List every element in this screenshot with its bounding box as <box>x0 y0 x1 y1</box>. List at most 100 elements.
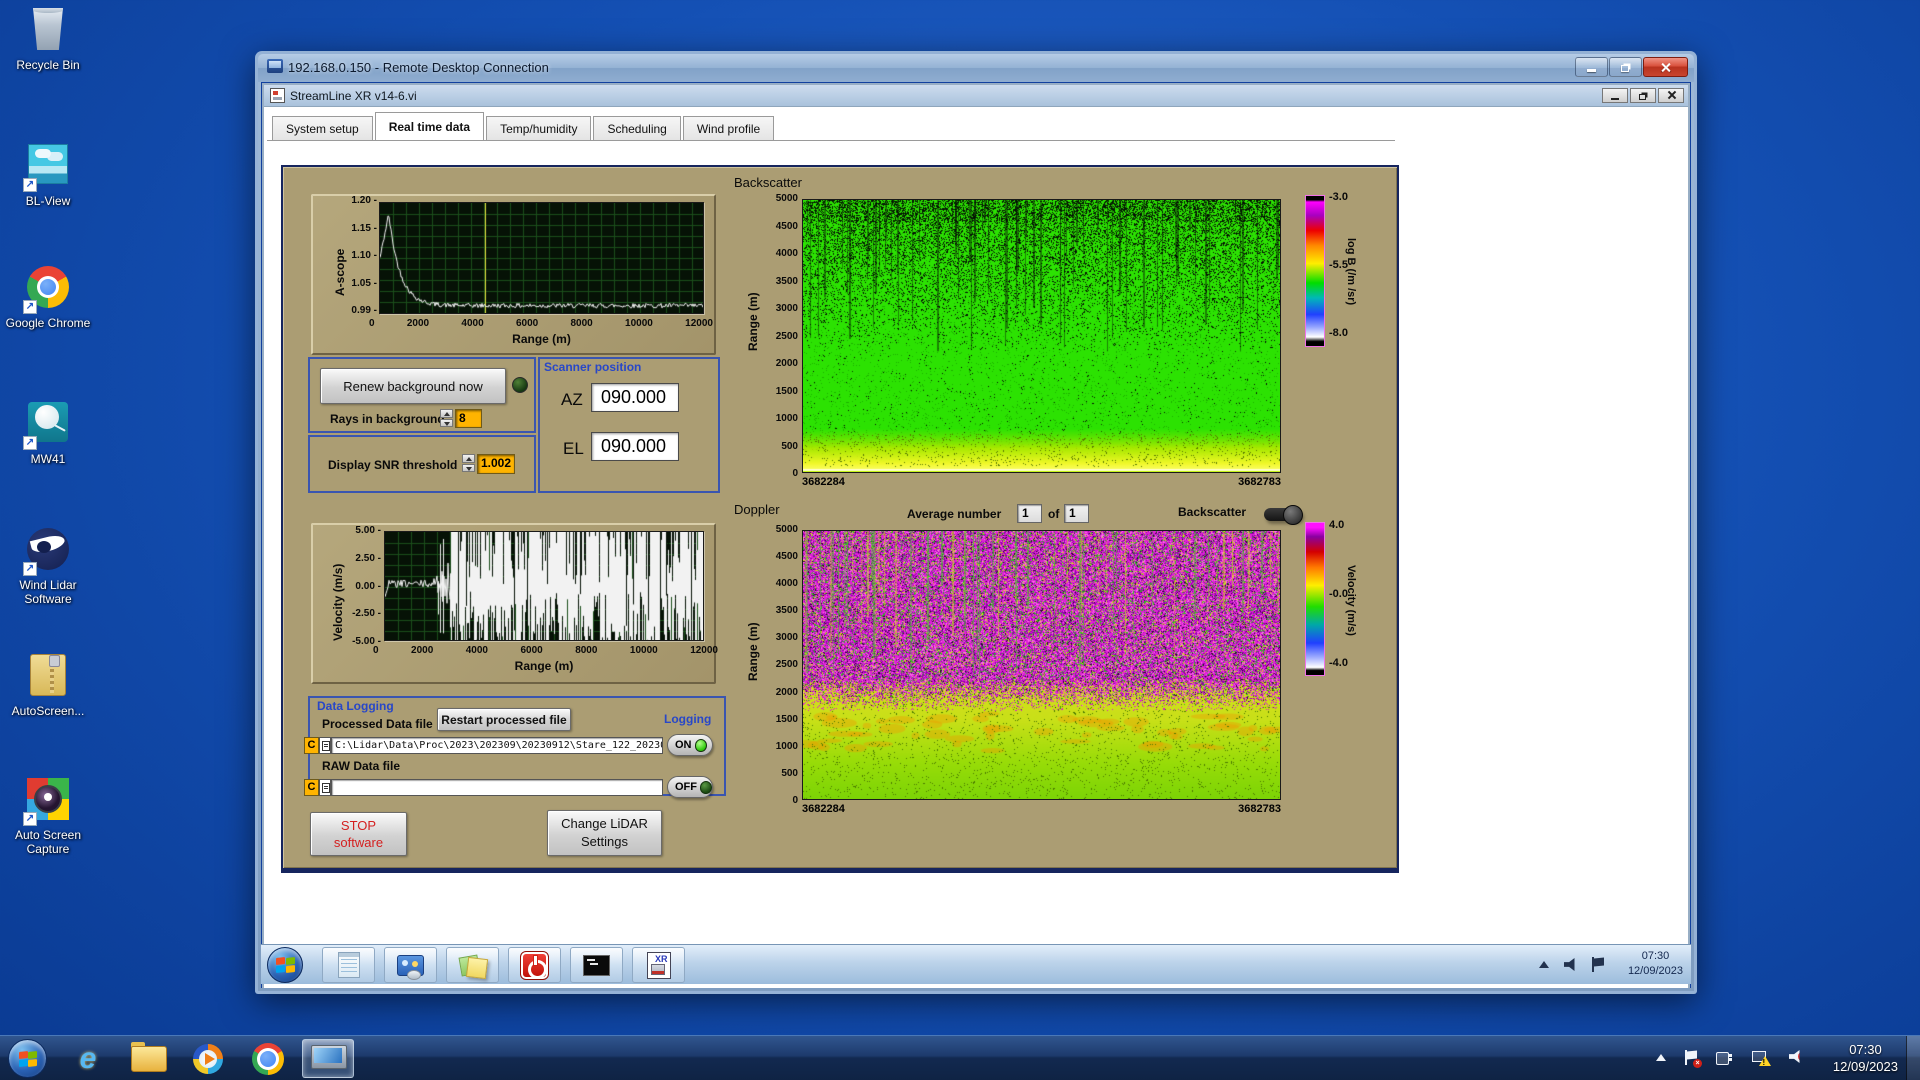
raw-browse-icon[interactable] <box>319 779 331 796</box>
desktop-icon-bl-view[interactable]: ↗ BL-View <box>2 144 94 208</box>
backscatter-x-start: 3682284 <box>802 476 845 488</box>
desktop-icon-recycle-bin[interactable]: Recycle Bin <box>2 8 94 72</box>
media-player-icon <box>193 1043 223 1074</box>
tab-scheduling[interactable]: Scheduling <box>593 116 681 140</box>
snr-threshold-label: Display SNR threshold <box>328 458 458 472</box>
renew-background-button[interactable]: Renew background now <box>320 368 506 404</box>
remote-taskbar-shutdown-button[interactable] <box>508 947 561 983</box>
desktop-icon-autoscreen[interactable]: AutoScreen... <box>2 654 94 718</box>
remote-taskbar-cmd-button[interactable] <box>570 947 623 983</box>
desktop-icon-label: AutoScreen... <box>11 704 85 718</box>
taskbar-explorer-button[interactable] <box>122 1039 174 1078</box>
rdp-minimize-button[interactable] <box>1575 57 1608 77</box>
off-led-icon <box>700 780 712 794</box>
snr-value-field[interactable]: 1.002 <box>477 454 515 474</box>
power-icon <box>520 950 549 980</box>
shortcut-arrow-icon: ↗ <box>23 812 37 826</box>
internet-explorer-icon: e <box>79 1041 97 1075</box>
auto-screen-capture-icon: ↗ <box>23 778 71 826</box>
zip-folder-icon <box>25 654 71 700</box>
remote-taskbar-sticky-notes-button[interactable] <box>446 947 499 983</box>
processed-logging-on-button[interactable]: ON <box>667 734 713 756</box>
remote-taskbar-notepad-button[interactable] <box>322 947 375 983</box>
taskbar-clock[interactable]: 07:30 12/09/2023 <box>1833 1041 1898 1075</box>
tray-network-icon[interactable] <box>1752 1051 1771 1066</box>
restart-processed-file-button[interactable]: Restart processed file <box>437 708 571 731</box>
ascope-x-axis-label: Range (m) <box>512 332 571 346</box>
tray-action-center-flag-icon[interactable]: × <box>1684 1050 1702 1068</box>
stop-software-button[interactable]: STOP software <box>310 812 407 856</box>
average-of-field[interactable]: 1 <box>1064 504 1089 523</box>
tray-power-icon[interactable] <box>1716 1051 1732 1065</box>
rdp-window: 192.168.0.150 - Remote Desktop Connectio… <box>255 51 1697 994</box>
average-number-field[interactable]: 1 <box>1017 504 1042 523</box>
rays-value-field[interactable]: 8 <box>455 409 482 428</box>
snr-spinner[interactable] <box>462 454 475 472</box>
app-close-button[interactable] <box>1658 88 1684 103</box>
remote-taskbar-streamline-vi-button[interactable] <box>632 947 685 983</box>
desktop-icon-label: BL-View <box>25 194 71 208</box>
command-prompt-icon <box>583 954 610 976</box>
processed-drive-combo[interactable]: C <box>304 737 319 754</box>
remote-clock[interactable]: 07:30 12/09/2023 <box>1628 949 1683 979</box>
remote-taskbar-control-panel-button[interactable] <box>384 947 437 983</box>
change-lidar-settings-button[interactable]: Change LiDAR Settings <box>547 810 662 856</box>
desktop-icon-wind-lidar-software[interactable]: ↗ Wind Lidar Software <box>2 528 94 606</box>
el-field[interactable]: 090.000 <box>591 432 679 461</box>
rdp-window-title: 192.168.0.150 - Remote Desktop Connectio… <box>288 60 549 75</box>
tab-wind-profile[interactable]: Wind profile <box>682 116 775 140</box>
tab-system-setup[interactable]: System setup <box>272 116 373 140</box>
tray-volume-muted-icon[interactable] <box>1789 1050 1804 1063</box>
raw-path-field[interactable] <box>331 779 663 796</box>
desktop-icon-label: Wind Lidar Software <box>19 578 77 606</box>
processed-browse-icon[interactable] <box>319 737 331 754</box>
raw-logging-off-button[interactable]: OFF <box>667 776 713 798</box>
processed-path-field[interactable]: C:\Lidar\Data\Proc\2023\202309\20230912\… <box>331 737 663 754</box>
app-maximize-button[interactable] <box>1630 88 1656 103</box>
processed-data-file-label: Processed Data file <box>322 717 433 731</box>
shortcut-arrow-icon: ↗ <box>23 178 37 192</box>
remote-action-center-flag-icon[interactable] <box>1591 957 1605 972</box>
remote-volume-icon[interactable] <box>1564 958 1579 971</box>
tab-real-time-data[interactable]: Real time data <box>374 112 485 140</box>
rdp-restore-button[interactable] <box>1609 57 1642 77</box>
taskbar-chrome-button[interactable] <box>242 1039 294 1078</box>
backscatter-x-end: 3682783 <box>1238 476 1281 488</box>
chrome-icon: ↗ <box>23 266 71 314</box>
rays-spinner[interactable] <box>440 409 453 427</box>
rdp-titlebar[interactable]: 192.168.0.150 - Remote Desktop Connectio… <box>258 54 1694 82</box>
backscatter-canvas <box>803 200 1280 472</box>
desktop-icon-label: Google Chrome <box>5 316 91 330</box>
start-button[interactable] <box>8 1039 47 1078</box>
app-minimize-button[interactable] <box>1602 88 1628 103</box>
doppler-y-ticks: 5000 4500 4000 3500 3000 2500 2000 1500 1000 500 0 <box>775 524 798 806</box>
tray-expand-button[interactable] <box>1656 1054 1666 1061</box>
taskbar-internet-explorer-button[interactable]: e <box>62 1039 114 1078</box>
app-titlebar[interactable]: StreamLine XR v14-6.vi <box>264 85 1688 107</box>
velocity-canvas <box>385 532 703 640</box>
raw-data-file-label: RAW Data file <box>322 759 401 773</box>
desktop-icon-google-chrome[interactable]: ↗ Google Chrome <box>2 266 94 330</box>
rdp-icon <box>311 1044 347 1073</box>
backscatter-toggle[interactable] <box>1264 505 1303 525</box>
shortcut-arrow-icon: ↗ <box>23 300 37 314</box>
tab-strip: System setup Real time data Temp/humidit… <box>272 112 776 140</box>
ascope-x-ticks: 0 2000 4000 6000 8000 10000 12000 <box>369 318 713 329</box>
folder-icon <box>131 1042 167 1072</box>
remote-start-button[interactable] <box>267 947 303 983</box>
desktop-icon-auto-screen-capture[interactable]: ↗ Auto Screen Capture <box>2 778 94 856</box>
az-label: AZ <box>561 390 583 409</box>
tab-temp-humidity[interactable]: Temp/humidity <box>486 116 592 140</box>
ascope-plot-area <box>379 202 704 314</box>
desktop-icon-mw41[interactable]: ↗ MW41 <box>2 402 94 466</box>
raw-drive-combo[interactable]: C <box>304 779 319 796</box>
rdp-close-button[interactable] <box>1643 57 1688 77</box>
taskbar-media-player-button[interactable] <box>182 1039 234 1078</box>
show-desktop-button[interactable] <box>1906 1036 1920 1080</box>
velocity-plot-area <box>384 531 704 641</box>
remote-tray-expand-button[interactable] <box>1539 961 1549 968</box>
ascope-y-ticks: 1.201.151.101.050.99 <box>343 195 377 316</box>
taskbar-rdp-button-active[interactable] <box>302 1039 354 1078</box>
az-field[interactable]: 090.000 <box>591 383 679 412</box>
shortcut-arrow-icon: ↗ <box>23 436 37 450</box>
